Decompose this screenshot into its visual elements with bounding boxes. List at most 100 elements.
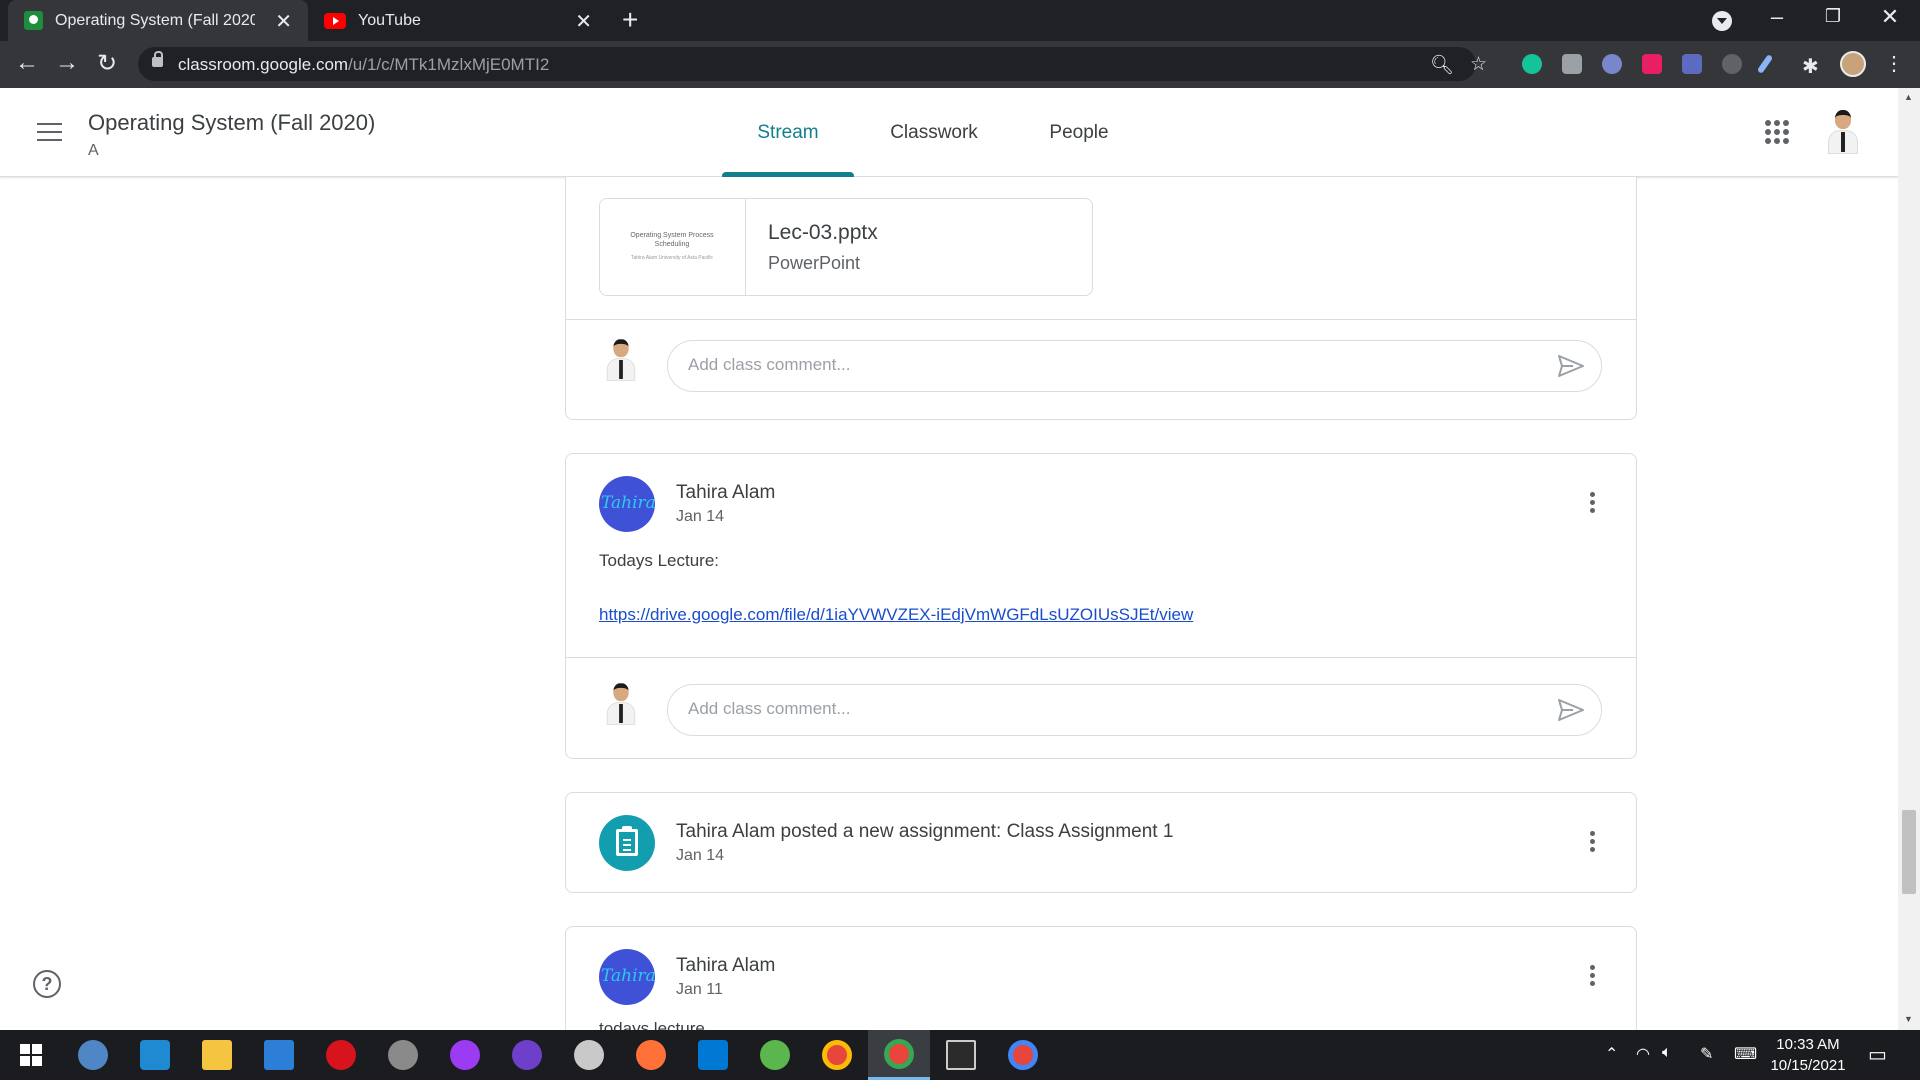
post-author: Tahira Alam [676, 482, 776, 503]
camera-extension-icon[interactable] [1562, 54, 1582, 74]
new-tab-button[interactable]: + [622, 6, 638, 34]
post-date: Jan 14 [676, 508, 725, 525]
scroll-down-icon[interactable]: ▼ [1904, 1014, 1913, 1024]
browser-menu-icon[interactable]: ⋮ [1884, 51, 1904, 76]
page-scrollbar[interactable]: ▲ ▼ [1898, 88, 1920, 1030]
send-icon[interactable] [1557, 698, 1585, 722]
zoom-icon[interactable]: 🔍︎ [1430, 53, 1454, 77]
lock-icon [152, 51, 163, 67]
course-title[interactable]: Operating System (Fall 2020) [88, 110, 375, 136]
divider [566, 657, 1636, 658]
notifications-icon[interactable]: ▭ [1868, 1042, 1887, 1067]
back-arrow-icon[interactable]: ← [10, 49, 44, 77]
mail-icon [264, 1040, 294, 1070]
url-text[interactable]: classroom.google.com/u/1/c/MTk1MzlxMjE0M… [178, 55, 549, 75]
reload-icon[interactable]: ↻ [90, 49, 124, 78]
clock-date: 10/15/2021 [1770, 1057, 1846, 1074]
classroom-favicon-icon [24, 11, 43, 30]
close-tab-icon[interactable]: ✕ [275, 9, 292, 34]
course-section: A [88, 142, 99, 159]
close-tab-icon[interactable]: ✕ [575, 9, 592, 34]
taskbar-app[interactable] [744, 1030, 806, 1080]
attachment-thumbnail: Operating System Process Scheduling Tahi… [600, 199, 746, 295]
menu-icon[interactable] [37, 123, 62, 141]
volume-icon[interactable]: 🔈︎ [1662, 1044, 1672, 1062]
taskbar-app-active[interactable] [868, 1030, 930, 1080]
file-explorer-icon [202, 1040, 232, 1070]
keyboard-icon[interactable]: ⌨ [1734, 1044, 1757, 1064]
start-button[interactable] [0, 1030, 62, 1080]
puzzle-extensions-icon[interactable]: ✱ [1802, 54, 1822, 78]
bookmark-star-icon[interactable]: ☆ [1470, 53, 1487, 76]
attachment-card[interactable]: Operating System Process Scheduling Tahi… [599, 198, 1093, 296]
forward-arrow-icon[interactable]: → [50, 49, 84, 77]
attachment-name: Lec-03.pptx [768, 221, 878, 244]
chrome-icon [1008, 1040, 1038, 1070]
post-text: Todays Lecture: [599, 551, 720, 570]
class-comment-field[interactable] [667, 684, 1602, 736]
tab-stream[interactable]: Stream [722, 88, 854, 177]
taskbar-app[interactable] [558, 1030, 620, 1080]
play-extension-icon[interactable] [1642, 54, 1662, 74]
taskbar-app[interactable] [248, 1030, 310, 1080]
wifi-icon[interactable]: ◠ [1636, 1044, 1650, 1064]
assignment-options-icon[interactable] [1590, 831, 1596, 855]
post-date: Jan 11 [676, 981, 723, 998]
browser-toolbar: ← → ↻ classroom.google.com/u/1/c/MTk1Mzl… [0, 41, 1920, 88]
pen-extension-icon[interactable] [1756, 54, 1774, 74]
user-avatar [601, 681, 641, 727]
tab-classroom[interactable]: Operating System (Fall 2020) A ✕ [8, 0, 308, 41]
google-apps-icon[interactable] [1765, 120, 1789, 144]
post-text: todays lecture [599, 1019, 705, 1030]
account-avatar[interactable] [1822, 108, 1864, 156]
windows-taskbar: ⌃ ◠ 🔈︎ ✎ ⌨ 10:33 AM 10/15/2021 ▭ [0, 1030, 1920, 1080]
taskbar-app[interactable] [434, 1030, 496, 1080]
taskbar-app[interactable] [496, 1030, 558, 1080]
extension-icon[interactable] [1722, 54, 1742, 74]
address-bar[interactable]: classroom.google.com/u/1/c/MTk1MzlxMjE0M… [138, 47, 1487, 81]
tab-classwork[interactable]: Classwork [872, 88, 996, 177]
taskbar-app[interactable] [186, 1030, 248, 1080]
vscode-icon [698, 1040, 728, 1070]
class-comment-input[interactable] [688, 355, 1528, 375]
taskbar-app[interactable] [310, 1030, 372, 1080]
youtube-favicon-icon [324, 12, 346, 29]
scroll-thumb[interactable] [1902, 810, 1916, 894]
tab-youtube[interactable]: YouTube ✕ [308, 0, 608, 41]
taskbar-app[interactable] [62, 1030, 124, 1080]
class-comment-field[interactable] [667, 340, 1602, 392]
tab-search-icon[interactable] [1712, 11, 1732, 31]
post-link[interactable]: https://drive.google.com/file/d/1iaYVWVZ… [599, 605, 1193, 625]
taskbar-app[interactable] [124, 1030, 186, 1080]
opera-icon [326, 1040, 356, 1070]
taskbar-app[interactable] [930, 1030, 992, 1080]
thumbnail-title: Operating System Process Scheduling [630, 232, 714, 248]
tab-people[interactable]: People [1020, 88, 1138, 177]
taskbar-app[interactable] [682, 1030, 744, 1080]
firefox-icon [636, 1040, 666, 1070]
assignment-card[interactable]: Tahira Alam posted a new assignment: Cla… [565, 792, 1637, 893]
pen-icon[interactable]: ✎ [1700, 1044, 1713, 1064]
minimize-button[interactable]: – [1757, 4, 1797, 30]
restore-button[interactable]: ❐ [1813, 6, 1853, 27]
taskbar-app[interactable] [620, 1030, 682, 1080]
taskbar-app[interactable] [992, 1030, 1054, 1080]
scroll-up-icon[interactable]: ▲ [1904, 92, 1913, 102]
download-extension-icon[interactable] [1682, 54, 1702, 74]
post-options-icon[interactable] [1590, 492, 1596, 516]
classroom-header: Operating System (Fall 2020) A Stream Cl… [0, 88, 1898, 177]
taskbar-app[interactable] [806, 1030, 868, 1080]
profile-avatar[interactable] [1840, 51, 1866, 77]
extension-icon[interactable] [1602, 54, 1622, 74]
terminal-icon [946, 1040, 976, 1070]
send-icon[interactable] [1557, 354, 1585, 378]
help-icon[interactable]: ? [33, 970, 61, 998]
taskbar-app[interactable] [372, 1030, 434, 1080]
post-options-icon[interactable] [1590, 965, 1596, 989]
window-close-button[interactable]: ✕ [1870, 4, 1910, 30]
grammarly-extension-icon[interactable] [1522, 54, 1542, 74]
chevron-up-icon[interactable]: ⌃ [1605, 1044, 1618, 1064]
system-clock[interactable]: 10:33 AM 10/15/2021 [1768, 1034, 1848, 1076]
app-icon [574, 1040, 604, 1070]
class-comment-input[interactable] [688, 699, 1528, 719]
